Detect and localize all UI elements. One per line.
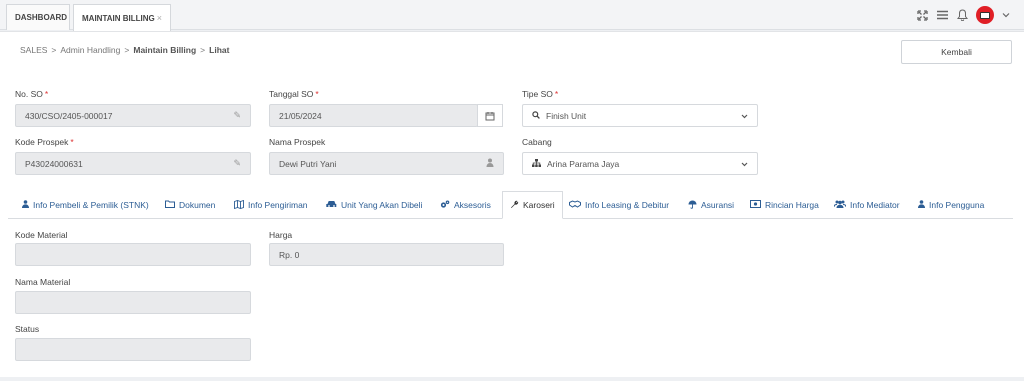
harga-value: Rp. 0	[279, 249, 300, 260]
subtab-label: Rincian Harga	[765, 200, 819, 210]
close-tab-icon[interactable]: ×	[157, 13, 162, 23]
tanggal-so-label: Tanggal SO *	[269, 89, 319, 99]
breadcrumb-admin-handling[interactable]: Admin Handling	[60, 45, 120, 55]
main-panel: SALES > Admin Handling > Maintain Billin…	[0, 31, 1024, 377]
back-button[interactable]: Kembali	[901, 40, 1012, 64]
subtab-label: Aksesoris	[454, 200, 491, 210]
user-icon	[486, 158, 494, 169]
cabang-select[interactable]: Arina Parama Jaya	[522, 152, 758, 175]
avatar[interactable]	[976, 6, 994, 24]
subtab-info-pembeli[interactable]: Info Pembeli & Pemilik (STNK)	[22, 192, 149, 218]
kode-prospek-value: P43024000631	[25, 158, 83, 169]
kode-material-label: Kode Material	[15, 230, 68, 240]
user-icon	[22, 200, 29, 210]
sitemap-icon	[532, 158, 541, 169]
subtab-label: Info Leasing & Debitur	[585, 200, 670, 210]
subtab-dokumen[interactable]: Dokumen	[165, 192, 215, 218]
folder-icon	[165, 200, 175, 210]
avatar-image	[980, 11, 990, 19]
nama-material-label: Nama Material	[15, 277, 71, 287]
harga-field[interactable]: Rp. 0	[269, 243, 504, 266]
kode-material-field[interactable]	[15, 243, 251, 266]
chevron-down-icon	[741, 111, 748, 121]
nama-prospek-field[interactable]: Dewi Putri Yani	[269, 152, 504, 175]
status-label: Status	[15, 324, 40, 334]
bell-icon[interactable]	[956, 9, 968, 21]
subtab-rincian-harga[interactable]: Rincian Harga	[750, 192, 819, 218]
subtab-label: Info Mediator	[850, 200, 900, 210]
subtab-label: Asuransi	[701, 200, 735, 210]
tipe-so-label: Tipe SO *	[522, 89, 559, 99]
cabang-value: Arina Parama Jaya	[547, 158, 620, 169]
subtab-karoseri[interactable]: Karoseri	[502, 191, 563, 219]
breadcrumb-lihat: Lihat	[209, 45, 230, 55]
subtab-label: Karoseri	[523, 200, 555, 210]
pencil-icon: ✎	[233, 158, 241, 168]
nama-prospek-value: Dewi Putri Yani	[279, 158, 337, 169]
user-icon	[918, 200, 925, 210]
chevron-down-icon	[741, 159, 748, 169]
pencil-icon: ✎	[233, 110, 241, 120]
map-icon	[234, 199, 244, 211]
tipe-so-select[interactable]: Finish Unit	[522, 104, 758, 127]
subtab-info-pengguna[interactable]: Info Pengguna	[918, 192, 984, 218]
expand-icon[interactable]	[916, 9, 928, 21]
search-icon	[532, 110, 540, 121]
subtab-label: Info Pembeli & Pemilik (STNK)	[33, 200, 149, 210]
subtab-label: Info Pengguna	[929, 200, 985, 210]
subtab-info-mediator[interactable]: Info Mediator	[833, 192, 900, 218]
no-so-label: No. SO *	[15, 89, 49, 99]
nama-prospek-label: Nama Prospek	[269, 137, 326, 147]
breadcrumb-separator: >	[200, 45, 206, 55]
chevron-down-icon[interactable]	[1002, 11, 1010, 20]
umbrella-icon	[688, 200, 697, 211]
tab-maintain-billing-label: MAINTAIN BILLING	[82, 13, 155, 23]
wrench-icon	[510, 200, 519, 211]
breadcrumb: SALES > Admin Handling > Maintain Billin…	[20, 45, 229, 55]
subtab-info-pengiriman[interactable]: Info Pengiriman	[234, 192, 308, 218]
subtab-label: Dokumen	[179, 200, 216, 210]
cabang-label: Cabang	[522, 137, 552, 147]
harga-label: Harga	[269, 230, 293, 240]
calendar-icon	[485, 111, 495, 120]
car-icon	[326, 200, 337, 210]
users-icon	[833, 200, 847, 210]
detail-tabs: Info Pembeli & Pemilik (STNK) Dokumen In…	[8, 189, 1013, 219]
breadcrumb-separator: >	[51, 45, 57, 55]
subtab-asuransi[interactable]: Asuransi	[688, 192, 734, 218]
kode-prospek-label: Kode Prospek *	[15, 137, 74, 147]
nama-material-field[interactable]	[15, 291, 251, 314]
breadcrumb-separator: >	[124, 45, 130, 55]
breadcrumb-maintain-billing[interactable]: Maintain Billing	[133, 45, 196, 55]
status-field[interactable]	[15, 338, 251, 361]
breadcrumb-sales[interactable]: SALES	[20, 45, 47, 55]
money-icon	[750, 200, 761, 210]
tanggal-so-field[interactable]: 21/05/2024	[269, 104, 478, 127]
tab-dashboard-label: DASHBOARD	[15, 13, 67, 22]
subtab-info-leasing[interactable]: Info Leasing & Debitur	[569, 192, 669, 218]
calendar-button[interactable]	[477, 104, 503, 127]
tab-dashboard[interactable]: DASHBOARD	[6, 4, 70, 30]
handshake-icon	[569, 200, 581, 210]
subtab-unit-dibeli[interactable]: Unit Yang Akan Dibeli	[326, 192, 422, 218]
no-so-field[interactable]: 430/CSO/2405-000017 ✎	[15, 104, 251, 127]
tanggal-so-value: 21/05/2024	[279, 110, 322, 121]
subtab-aksesoris[interactable]: Aksesoris	[440, 192, 491, 218]
top-tab-bar: DASHBOARD MAINTAIN BILLING ×	[0, 0, 1024, 31]
no-so-value: 430/CSO/2405-000017	[25, 110, 113, 121]
kode-prospek-field[interactable]: P43024000631 ✎	[15, 152, 251, 175]
menu-icon[interactable]	[936, 9, 948, 21]
tipe-so-value: Finish Unit	[546, 110, 587, 121]
tab-maintain-billing[interactable]: MAINTAIN BILLING ×	[73, 4, 171, 31]
cogs-icon	[440, 200, 450, 211]
subtab-label: Unit Yang Akan Dibeli	[341, 200, 423, 210]
subtab-label: Info Pengiriman	[248, 200, 308, 210]
